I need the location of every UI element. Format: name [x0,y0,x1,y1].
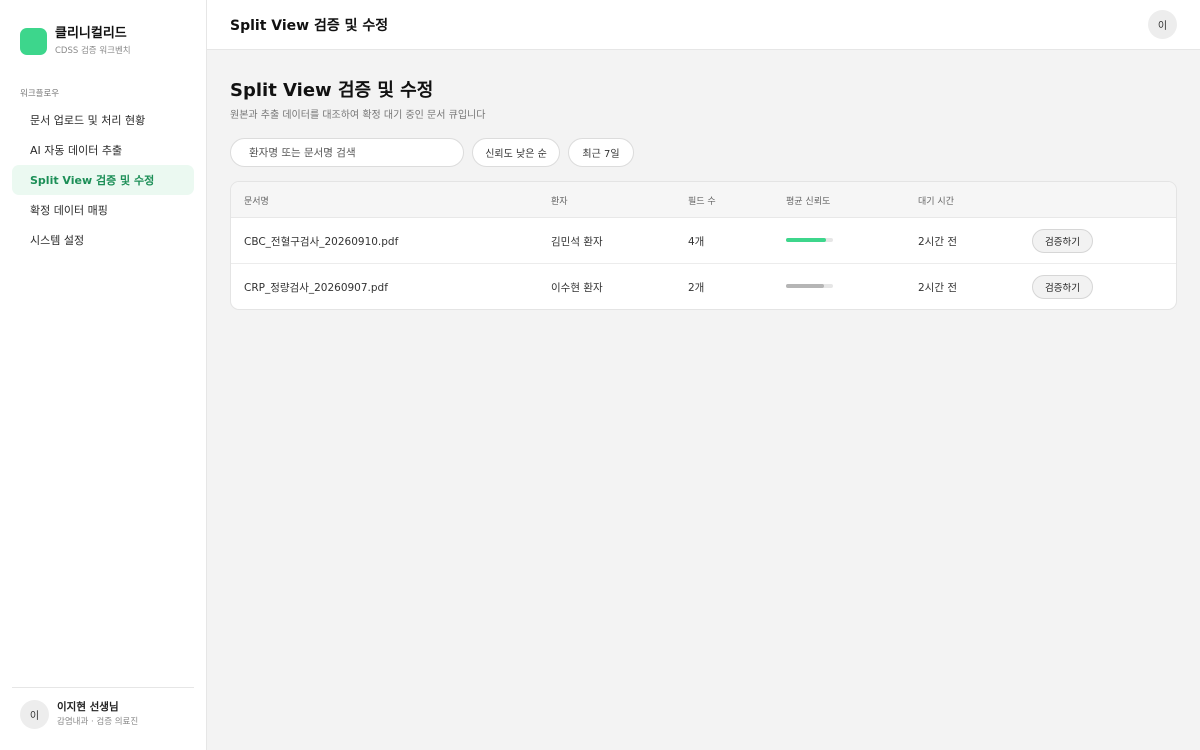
sidebar-item-label: 시스템 설정 [30,234,85,247]
document-queue-table: 문서명 환자 필드 수 평균 신뢰도 대기 시간 CBC_전혈구검사_20260… [230,181,1177,310]
document-name: CBC_전혈구검사_20260910.pdf [244,236,399,248]
sidebar: 클리니컬리드 CDSS 검증 워크벤치 워크플로우 문서 업로드 및 처리 현황… [0,0,207,750]
table-row: CBC_전혈구검사_20260910.pdf 김민석 환자 4개 2시간 전 검… [231,218,1176,264]
sidebar-item-label: 문서 업로드 및 처리 현황 [30,114,146,127]
field-count: 4개 [688,236,705,248]
confidence-bar [786,284,833,288]
table-header: 문서명 환자 필드 수 평균 신뢰도 대기 시간 [231,182,1176,218]
sidebar-item-ai-extraction[interactable]: AI 자동 데이터 추출 [12,135,194,165]
sidebar-item-system-settings[interactable]: 시스템 설정 [12,225,194,255]
page-title: Split View 검증 및 수정 [230,80,434,101]
user-name: 이지현 선생님 [57,701,119,713]
confidence-bar [786,238,833,242]
column-header-document: 문서명 [244,197,269,207]
patient-name: 이수현 환자 [551,282,603,294]
table-row: CRP_정량검사_20260907.pdf 이수현 환자 2개 2시간 전 검증… [231,264,1176,309]
wait-time: 2시간 전 [918,282,957,294]
user-role: 감염내과 · 검증 의료진 [57,717,139,727]
sidebar-item-split-view[interactable]: Split View 검증 및 수정 [12,165,194,195]
column-header-fields: 필드 수 [688,197,716,207]
column-header-confidence: 평균 신뢰도 [786,197,831,207]
user-profile[interactable]: 이 이지현 선생님 감염내과 · 검증 의료진 [20,700,138,729]
verify-button[interactable]: 검증하기 [1032,275,1093,299]
search-input[interactable] [230,138,464,167]
page-subtitle: 원본과 추출 데이터를 대조하여 확정 대기 중인 문서 큐입니다 [230,110,486,121]
topbar-title: Split View 검증 및 수정 [230,18,389,34]
sort-filter-chip[interactable]: 신뢰도 낮은 순 [472,138,560,167]
sidebar-item-label: AI 자동 데이터 추출 [30,144,123,157]
brand-logo-icon [20,28,47,55]
column-header-patient: 환자 [551,197,568,207]
confidence-bar-fill [786,284,824,288]
patient-name: 김민석 환자 [551,236,603,248]
topbar-avatar[interactable]: 이 [1148,10,1177,39]
brand-subtitle: CDSS 검증 워크벤치 [55,46,131,56]
sidebar-item-label: 확정 데이터 매핑 [30,204,108,217]
brand: 클리니컬리드 CDSS 검증 워크벤치 [20,26,131,57]
verify-button[interactable]: 검증하기 [1032,229,1093,253]
sidebar-nav: 문서 업로드 및 처리 현황 AI 자동 데이터 추출 Split View 검… [12,105,194,255]
avatar: 이 [20,700,49,729]
sidebar-section-label: 워크플로우 [20,89,60,99]
column-header-wait: 대기 시간 [918,197,954,207]
brand-name: 클리니컬리드 [55,26,127,41]
topbar: Split View 검증 및 수정 이 [207,0,1200,50]
field-count: 2개 [688,282,705,294]
confidence-bar-fill [786,238,826,242]
sidebar-item-label: Split View 검증 및 수정 [30,174,155,187]
wait-time: 2시간 전 [918,236,957,248]
period-filter-chip[interactable]: 최근 7일 [568,138,634,167]
document-name: CRP_정량검사_20260907.pdf [244,282,388,294]
sidebar-item-data-mapping[interactable]: 확정 데이터 매핑 [12,195,194,225]
divider [12,687,194,688]
sidebar-item-document-upload[interactable]: 문서 업로드 및 처리 현황 [12,105,194,135]
